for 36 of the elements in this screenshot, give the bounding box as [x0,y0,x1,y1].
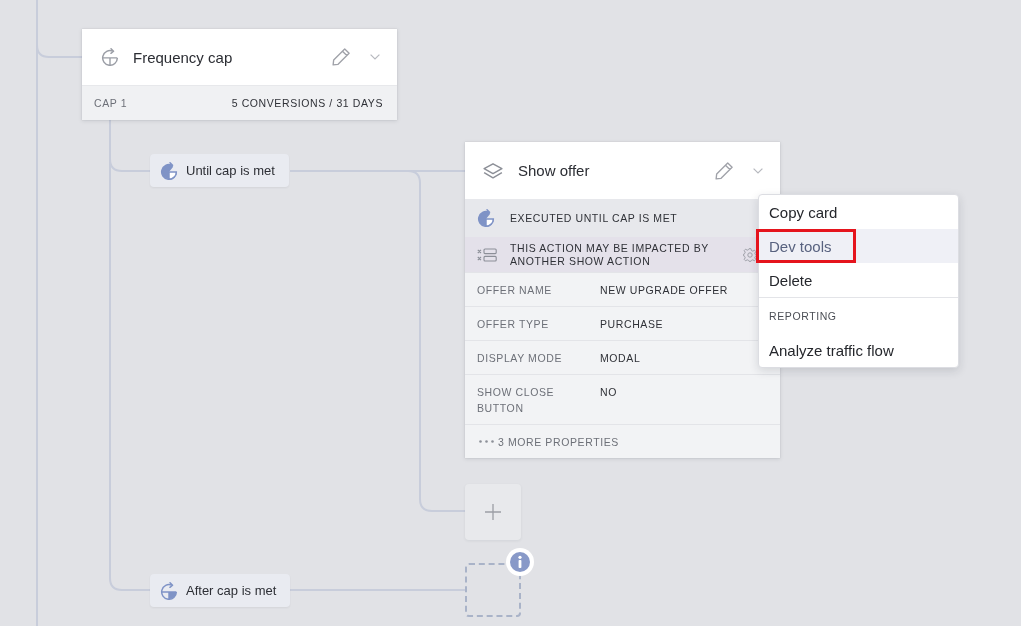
cap-label: CAP 1 [94,96,128,111]
property-name: OFFER NAME [477,283,553,298]
property-name: SHOW CLOSE BUTTON [477,385,556,416]
menu-item[interactable]: Analyze traffic flow [759,333,958,367]
property-value: NEW UPGRADE OFFER [600,283,729,298]
branch-label: Until cap is met [186,163,275,178]
card-title: Frequency cap [133,48,234,66]
card-title: Show offer [518,162,591,179]
more-dots-icon [479,440,494,443]
pencil-icon[interactable] [332,48,350,66]
gear-icon[interactable] [743,247,757,262]
property-value: PURCHASE [600,317,664,332]
property-value: NO [600,385,617,400]
property-value: MODAL [600,351,641,366]
property-name: DISPLAY MODE [477,351,563,366]
cycle-icon [160,581,178,600]
cap-value: 5 CONVERSIONS / 31 DAYS [231,96,383,111]
menu-item[interactable]: Delete [759,263,958,297]
menu-item[interactable]: Dev tools [759,229,958,263]
menu-section-label: REPORTING [759,297,958,333]
warning-text: THIS ACTION MAY BE IMPACTED BY ANOTHER SHOW ACTION [510,241,710,268]
cycle-icon [477,209,495,227]
branch-label: After cap is met [186,583,277,598]
list-x-icon [477,247,497,262]
status-text: EXECUTED UNTIL CAP IS MET [510,211,678,226]
more-properties-link[interactable]: 3 MORE PROPERTIES [498,433,619,450]
property-name: OFFER TYPE [477,317,550,332]
menu-item[interactable]: Copy card [759,195,958,229]
chevron-down-icon[interactable] [370,54,380,60]
info-icon [506,548,534,576]
chevron-down-icon[interactable] [753,167,763,174]
cycle-icon [101,48,119,66]
plus-icon [485,504,501,520]
pencil-icon[interactable] [715,161,733,180]
layers-icon [483,161,503,180]
cycle-icon [160,161,178,180]
